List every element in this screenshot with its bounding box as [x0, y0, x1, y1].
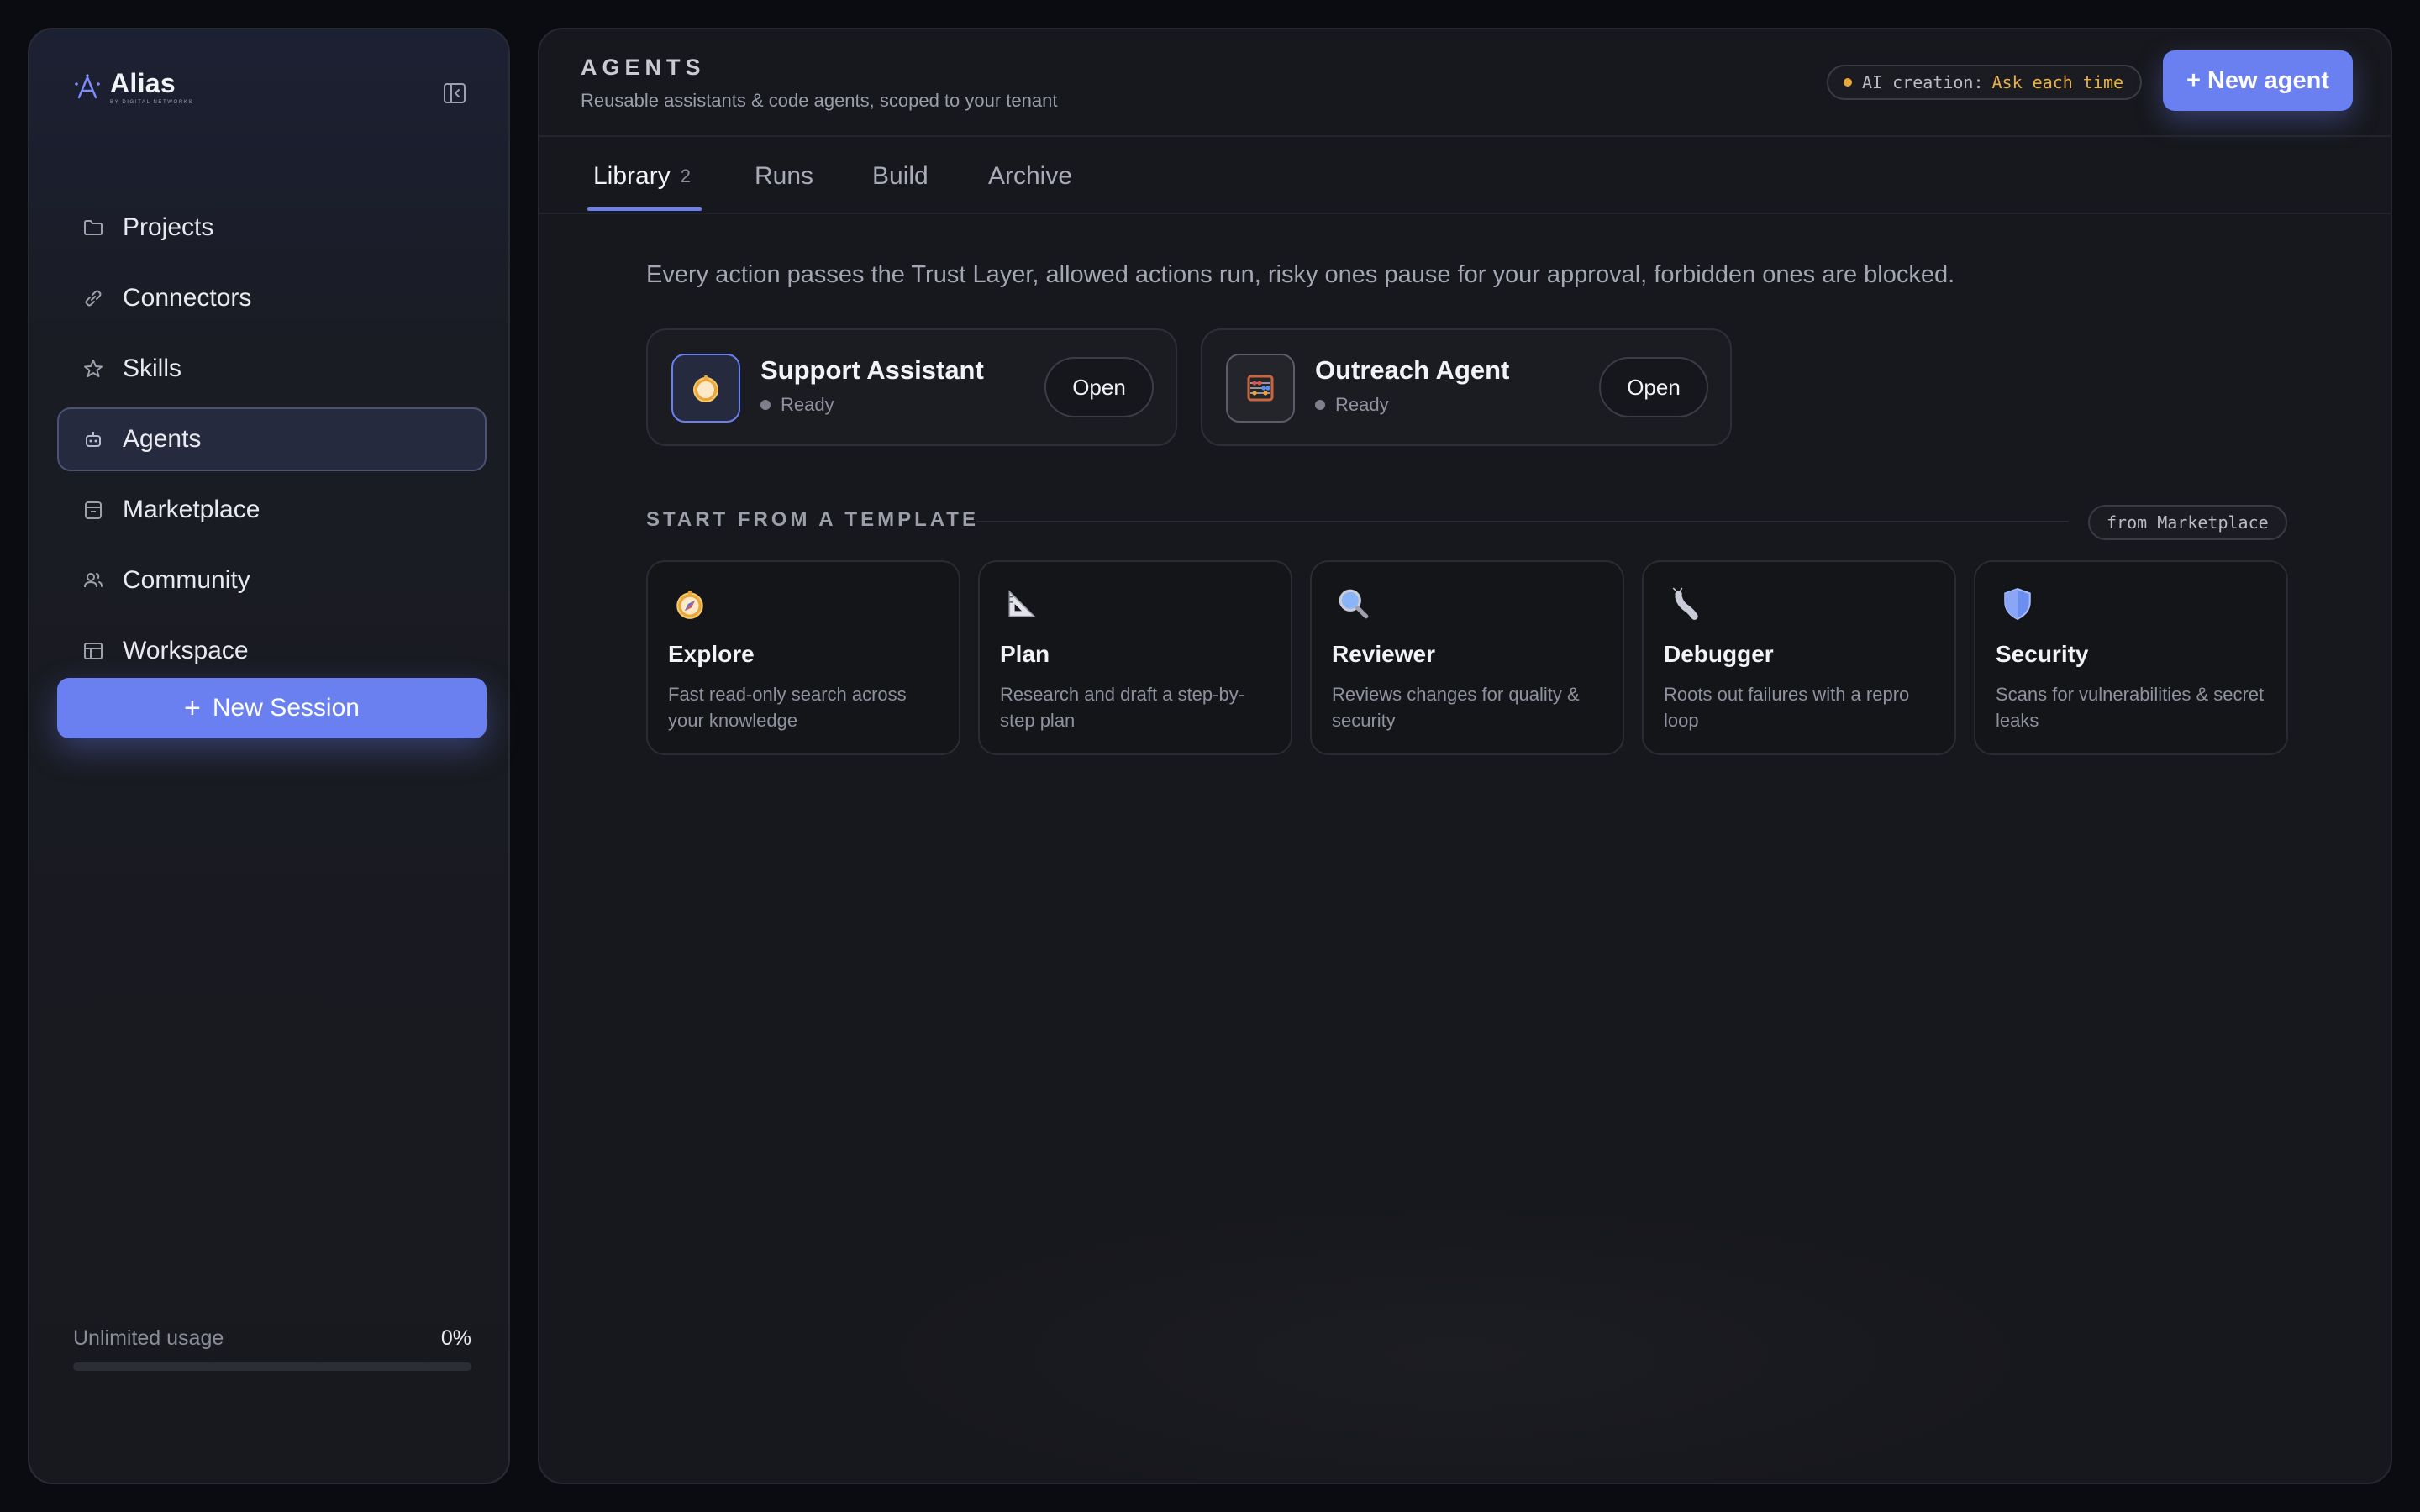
- abacus-icon: [1226, 354, 1295, 423]
- sidebar: Alias BY DIGITAL NETWORKS Projects Conne…: [28, 28, 510, 1484]
- page-header: AGENTS Reusable assistants & code agents…: [539, 29, 2391, 137]
- template-name: Reviewer: [1332, 641, 1435, 667]
- template-name: Debugger: [1664, 641, 1774, 667]
- active-tab-indicator: [587, 207, 702, 211]
- agent-status-text: Ready: [1335, 394, 1389, 415]
- sidebar-item-label: Agents: [123, 425, 202, 453]
- sidebar-nav: Projects Connectors Skills Agents Market…: [57, 196, 487, 690]
- link-icon: [81, 286, 106, 311]
- brand-name: Alias: [110, 68, 176, 98]
- brand-tagline: BY DIGITAL NETWORKS: [110, 100, 193, 105]
- alias-logo-icon: [75, 74, 100, 99]
- trust-layer-notice: Every action passes the Trust Layer, all…: [646, 261, 1955, 288]
- template-card-plan[interactable]: Plan Research and draft a step-by-step p…: [978, 560, 1292, 755]
- tab-label: Archive: [988, 162, 1073, 190]
- ai-creation-label: AI creation:: [1862, 72, 1984, 92]
- sidebar-item-skills[interactable]: Skills: [57, 337, 487, 401]
- template-card-debugger[interactable]: Debugger Roots out failures with a repro…: [1642, 560, 1956, 755]
- agent-name: Support Assistant: [760, 355, 984, 385]
- sidebar-toggle-icon: [444, 83, 466, 103]
- folder-icon: [81, 215, 106, 240]
- new-agent-label: + New agent: [2186, 66, 2330, 94]
- from-marketplace-label: from Marketplace: [2107, 512, 2269, 533]
- from-marketplace-badge[interactable]: from Marketplace: [2088, 505, 2287, 540]
- status-dot-icon: [1315, 400, 1325, 410]
- ai-creation-value: Ask each time: [1991, 72, 2124, 92]
- sidebar-item-community[interactable]: Community: [57, 549, 487, 612]
- tab-runs[interactable]: Runs: [755, 139, 813, 214]
- agent-name: Outreach Agent: [1315, 355, 1510, 385]
- magnifier-icon: [1335, 585, 1372, 622]
- new-session-label: New Session: [212, 694, 360, 722]
- template-name: Plan: [1000, 641, 1050, 667]
- brand[interactable]: Alias BY DIGITAL NETWORKS: [73, 70, 193, 105]
- templates-heading: START FROM A TEMPLATE: [646, 508, 979, 531]
- collapse-sidebar-button[interactable]: [438, 76, 471, 110]
- triangle-ruler-icon: [1003, 585, 1040, 622]
- sidebar-item-workspace[interactable]: Workspace: [57, 619, 487, 683]
- page-title: AGENTS: [581, 55, 706, 80]
- template-name: Explore: [668, 641, 755, 667]
- page-subtitle: Reusable assistants & code agents, scope…: [581, 90, 1058, 111]
- tab-library[interactable]: Library 2: [593, 139, 691, 214]
- status-dot-icon: [760, 400, 771, 410]
- template-name: Security: [1996, 641, 2089, 667]
- agent-status: Ready: [1315, 394, 1389, 416]
- agent-card[interactable]: Outreach Agent Ready Open: [1201, 328, 1732, 446]
- tab-label: Library: [593, 162, 671, 190]
- compass-icon: [671, 354, 740, 423]
- status-dot-icon: [1844, 78, 1852, 87]
- tab-bar: Library 2 Runs Build Archive: [539, 139, 2391, 214]
- bug-icon: [1667, 585, 1704, 622]
- sidebar-item-label: Workspace: [123, 637, 249, 664]
- template-card-security[interactable]: Security Scans for vulnerabilities & sec…: [1974, 560, 2288, 755]
- tab-label: Build: [872, 162, 929, 190]
- open-label: Open: [1627, 374, 1681, 400]
- sidebar-item-label: Projects: [123, 213, 214, 241]
- usage-value: 0%: [440, 1326, 471, 1350]
- template-description: Scans for vulnerabilities & secret leaks: [1996, 684, 2265, 731]
- main-panel: AGENTS Reusable assistants & code agents…: [538, 28, 2392, 1484]
- tab-label: Runs: [755, 162, 814, 190]
- ai-creation-toggle[interactable]: AI creation: Ask each time: [1827, 65, 2143, 100]
- store-icon: [81, 497, 106, 522]
- divider: [976, 521, 2069, 522]
- tab-count-badge: 2: [680, 165, 691, 186]
- sidebar-item-connectors[interactable]: Connectors: [57, 266, 487, 330]
- sidebar-item-label: Marketplace: [123, 496, 260, 523]
- sidebar-item-marketplace[interactable]: Marketplace: [57, 478, 487, 542]
- compass-icon: [671, 585, 708, 622]
- template-description: Roots out failures with a repro loop: [1664, 684, 1910, 731]
- layout-icon: [81, 638, 106, 664]
- usage-bar: [73, 1362, 471, 1371]
- people-icon: [81, 568, 106, 593]
- open-agent-button[interactable]: Open: [1599, 357, 1708, 417]
- template-card-reviewer[interactable]: Reviewer Reviews changes for quality & s…: [1310, 560, 1624, 755]
- new-session-button[interactable]: + New Session: [57, 678, 487, 738]
- template-description: Research and draft a step-by-step plan: [1000, 684, 1245, 731]
- tab-build[interactable]: Build: [872, 139, 929, 214]
- tab-archive[interactable]: Archive: [988, 139, 1072, 214]
- open-label: Open: [1072, 374, 1126, 400]
- new-agent-button[interactable]: + New agent: [2163, 50, 2353, 111]
- template-description: Fast read-only search across your knowle…: [668, 684, 907, 731]
- shield-icon: [1999, 585, 2036, 622]
- robot-icon: [81, 427, 106, 452]
- sidebar-item-agents[interactable]: Agents: [57, 407, 487, 471]
- agent-status: Ready: [760, 394, 834, 416]
- plus-icon: +: [184, 692, 201, 724]
- star-icon: [81, 356, 106, 381]
- open-agent-button[interactable]: Open: [1044, 357, 1154, 417]
- usage-meter: Unlimited usage 0%: [73, 1326, 471, 1371]
- template-card-explore[interactable]: Explore Fast read-only search across you…: [646, 560, 960, 755]
- template-description: Reviews changes for quality & security: [1332, 684, 1580, 731]
- sidebar-item-label: Connectors: [123, 284, 252, 312]
- agent-card[interactable]: Support Assistant Ready Open: [646, 328, 1177, 446]
- usage-label: Unlimited usage: [73, 1326, 224, 1350]
- agent-status-text: Ready: [781, 394, 834, 415]
- sidebar-item-projects[interactable]: Projects: [57, 196, 487, 260]
- sidebar-item-label: Skills: [123, 354, 182, 382]
- sidebar-item-label: Community: [123, 566, 250, 594]
